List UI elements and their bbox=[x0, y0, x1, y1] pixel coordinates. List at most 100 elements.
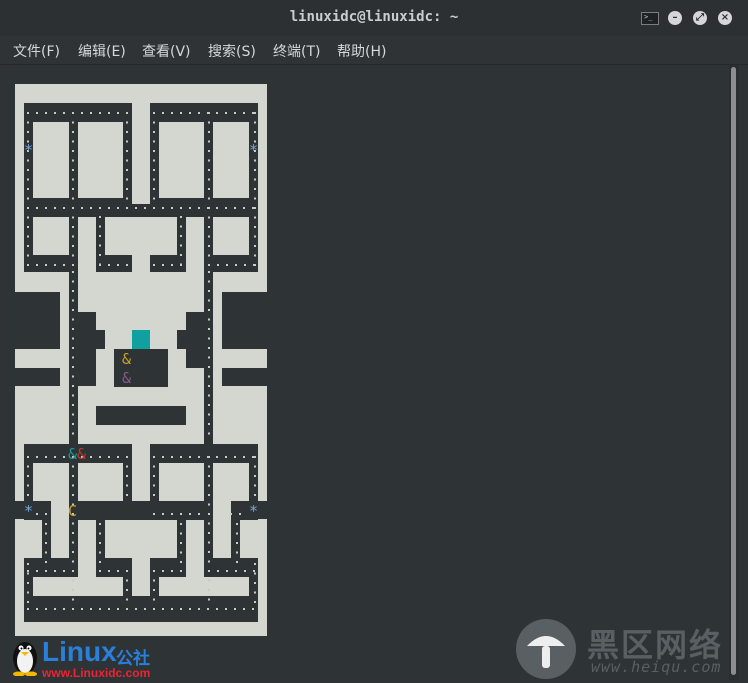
pellet bbox=[63, 112, 65, 114]
pellet bbox=[180, 523, 182, 525]
pellet bbox=[27, 226, 29, 228]
pellet bbox=[252, 608, 254, 610]
pellet bbox=[244, 570, 246, 572]
pellet bbox=[171, 264, 173, 266]
pellet bbox=[27, 494, 29, 496]
minimize-button[interactable]: – bbox=[668, 11, 682, 25]
scrollbar-thumb[interactable] bbox=[731, 67, 736, 675]
menu-help[interactable]: 帮助(H) bbox=[337, 41, 386, 61]
pellet bbox=[108, 264, 110, 266]
title-bar[interactable]: linuxidc@linuxidc: ~ >_ – ⤢ × bbox=[0, 0, 748, 36]
power-pellet: * bbox=[249, 502, 258, 520]
pellet bbox=[189, 112, 191, 114]
pellet bbox=[126, 484, 128, 487]
pellet bbox=[27, 188, 29, 190]
pellet bbox=[153, 188, 155, 190]
pellet bbox=[225, 608, 227, 610]
pellet bbox=[208, 245, 210, 247]
pellet bbox=[234, 608, 236, 610]
pellet bbox=[153, 589, 155, 591]
pellet bbox=[54, 570, 56, 572]
pellet bbox=[90, 207, 92, 209]
pellet bbox=[226, 264, 228, 266]
pellet bbox=[153, 131, 155, 133]
pellet bbox=[72, 245, 74, 247]
pellet bbox=[45, 207, 47, 209]
pellet bbox=[208, 264, 210, 266]
terminal-icon[interactable]: >_ bbox=[641, 12, 659, 25]
pellet bbox=[72, 423, 74, 425]
ghost-red: & bbox=[77, 445, 86, 463]
pellet bbox=[198, 608, 200, 610]
close-button[interactable]: × bbox=[718, 11, 732, 25]
pellet bbox=[72, 532, 74, 534]
pellet bbox=[234, 112, 236, 114]
pellet bbox=[72, 112, 74, 114]
pellet bbox=[171, 608, 173, 610]
menu-terminal[interactable]: 终端(T) bbox=[273, 41, 320, 61]
pellet bbox=[180, 216, 182, 218]
pellet bbox=[208, 140, 210, 143]
pellet bbox=[72, 216, 74, 219]
pellet bbox=[254, 484, 256, 487]
pellet bbox=[153, 608, 155, 610]
pellet bbox=[72, 541, 74, 544]
pellet bbox=[189, 207, 191, 209]
pellet bbox=[27, 456, 29, 458]
pellet bbox=[36, 264, 38, 266]
pellet bbox=[198, 207, 200, 209]
pellet bbox=[72, 465, 74, 468]
pellet bbox=[254, 475, 256, 477]
pellet bbox=[180, 570, 182, 572]
pellet bbox=[189, 456, 191, 458]
pellet bbox=[81, 207, 83, 209]
scrollbar[interactable] bbox=[729, 65, 739, 680]
pellet bbox=[208, 169, 210, 171]
menu-file[interactable]: 文件(F) bbox=[13, 41, 60, 61]
pellet bbox=[226, 570, 228, 572]
pellet bbox=[45, 542, 47, 544]
pellet bbox=[180, 207, 182, 209]
pellet bbox=[208, 456, 210, 458]
pellet bbox=[27, 207, 29, 209]
pellet bbox=[108, 112, 110, 114]
pellet bbox=[99, 244, 101, 247]
pellet bbox=[171, 513, 173, 515]
pellet bbox=[90, 112, 92, 114]
pellet bbox=[45, 561, 47, 563]
pellet bbox=[126, 188, 128, 190]
power-pellet: * bbox=[249, 141, 258, 159]
pellet bbox=[208, 150, 210, 152]
pellet bbox=[216, 456, 218, 458]
pellet bbox=[208, 309, 210, 311]
pellet bbox=[208, 394, 210, 397]
menu-search[interactable]: 搜索(S) bbox=[208, 41, 256, 61]
pellet bbox=[254, 572, 256, 575]
pellet bbox=[72, 598, 74, 601]
pellet bbox=[208, 207, 210, 209]
pellet bbox=[72, 299, 74, 302]
pellet bbox=[208, 551, 210, 553]
pellet bbox=[217, 264, 219, 266]
pellet bbox=[108, 570, 110, 572]
pellet bbox=[153, 207, 155, 209]
pellet bbox=[162, 456, 164, 458]
ghost-orange: & bbox=[122, 350, 131, 368]
pacman-maze: * ** *&&& &C bbox=[15, 84, 267, 636]
pellet bbox=[171, 112, 173, 114]
pellet bbox=[208, 226, 210, 228]
pellet bbox=[208, 413, 210, 416]
brand-url: www.Linuxidc.com bbox=[42, 666, 151, 680]
pellet bbox=[99, 561, 101, 563]
pellet bbox=[72, 484, 74, 487]
maximize-button[interactable]: ⤢ bbox=[693, 11, 707, 25]
pellet bbox=[135, 207, 137, 209]
menu-edit[interactable]: 编辑(E) bbox=[78, 41, 126, 61]
pellet bbox=[126, 150, 128, 152]
pellet bbox=[208, 121, 210, 124]
pellet bbox=[90, 456, 92, 458]
pellet bbox=[72, 318, 74, 321]
pellet bbox=[72, 197, 74, 200]
menu-view[interactable]: 查看(V) bbox=[142, 41, 191, 61]
pellet bbox=[208, 290, 210, 292]
